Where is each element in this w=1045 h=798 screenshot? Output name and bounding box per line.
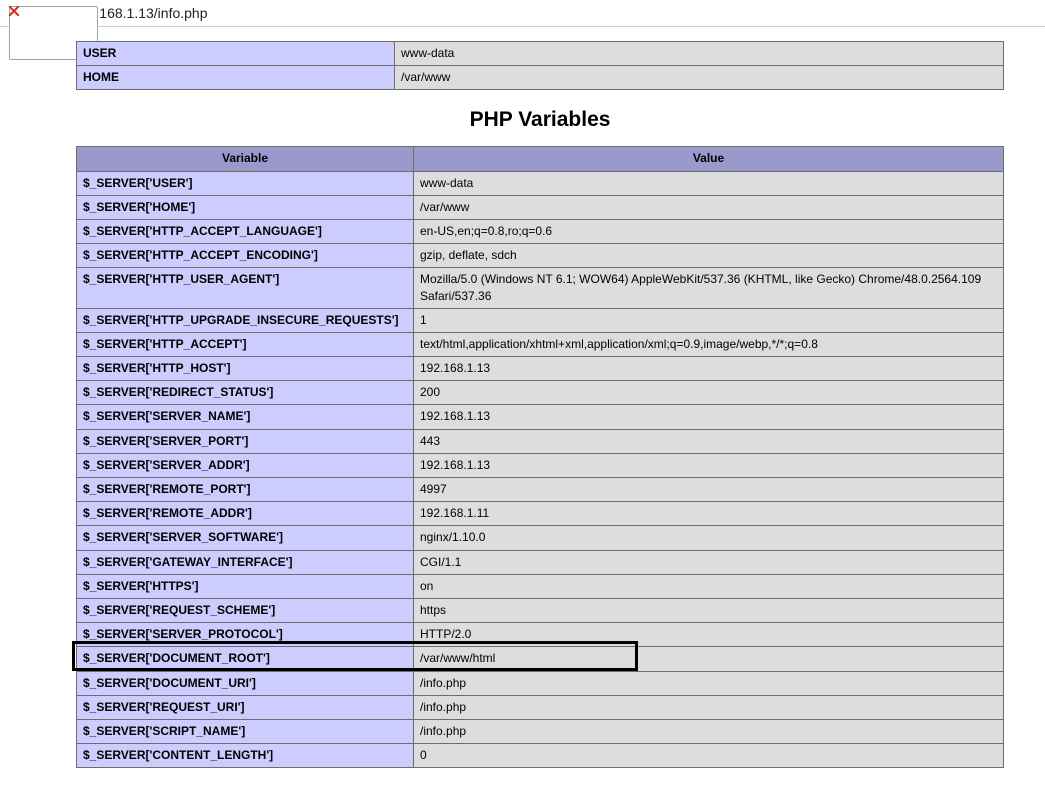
var-key: $_SERVER['SERVER_PORT'] bbox=[77, 429, 414, 453]
var-value: /var/www/html bbox=[414, 647, 1004, 671]
var-key: $_SERVER['REMOTE_ADDR'] bbox=[77, 502, 414, 526]
table-row: USERwww-data bbox=[77, 42, 1004, 66]
env-key: HOME bbox=[77, 66, 395, 90]
var-key: $_SERVER['HTTP_ACCEPT_LANGUAGE'] bbox=[77, 219, 414, 243]
table-row: $_SERVER['GATEWAY_INTERFACE']CGI/1.1 bbox=[77, 550, 1004, 574]
var-key: $_SERVER['DOCUMENT_URI'] bbox=[77, 671, 414, 695]
table-row: $_SERVER['HTTP_ACCEPT_ENCODING']gzip, de… bbox=[77, 244, 1004, 268]
var-value: 0 bbox=[414, 744, 1004, 768]
var-value: en-US,en;q=0.8,ro;q=0.6 bbox=[414, 219, 1004, 243]
table-row: $_SERVER['HTTP_HOST']192.168.1.13 bbox=[77, 357, 1004, 381]
table-row: $_SERVER['HTTP_ACCEPT']text/html,applica… bbox=[77, 332, 1004, 356]
var-key: $_SERVER['CONTENT_LENGTH'] bbox=[77, 744, 414, 768]
table-row: HOME/var/www bbox=[77, 66, 1004, 90]
php-variables-table: Variable Value $_SERVER['USER']www-data$… bbox=[76, 146, 1004, 768]
var-value: https bbox=[414, 598, 1004, 622]
var-key: $_SERVER['REQUEST_URI'] bbox=[77, 695, 414, 719]
col-header-variable: Variable bbox=[77, 147, 414, 171]
var-value: text/html,application/xhtml+xml,applicat… bbox=[414, 332, 1004, 356]
table-row: $_SERVER['SERVER_SOFTWARE']nginx/1.10.0 bbox=[77, 526, 1004, 550]
var-value: nginx/1.10.0 bbox=[414, 526, 1004, 550]
var-key: $_SERVER['SERVER_NAME'] bbox=[77, 405, 414, 429]
var-value: 1 bbox=[414, 308, 1004, 332]
var-key: $_SERVER['HTTP_USER_AGENT'] bbox=[77, 268, 414, 308]
insecure-cert-icon bbox=[8, 5, 24, 21]
table-row: $_SERVER['HTTP_ACCEPT_LANGUAGE']en-US,en… bbox=[77, 219, 1004, 243]
table-row: $_SERVER['REMOTE_ADDR']192.168.1.11 bbox=[77, 502, 1004, 526]
var-key: $_SERVER['DOCUMENT_ROOT'] bbox=[77, 647, 414, 671]
table-row: $_SERVER['REMOTE_PORT']4997 bbox=[77, 478, 1004, 502]
var-value: HTTP/2.0 bbox=[414, 623, 1004, 647]
var-key: $_SERVER['HTTPS'] bbox=[77, 574, 414, 598]
table-row: $_SERVER['REQUEST_URI']/info.php bbox=[77, 695, 1004, 719]
var-key: $_SERVER['REQUEST_SCHEME'] bbox=[77, 598, 414, 622]
var-value: /var/www bbox=[414, 195, 1004, 219]
table-row: $_SERVER['USER']www-data bbox=[77, 171, 1004, 195]
section-heading: PHP Variables bbox=[76, 108, 1004, 132]
table-row: $_SERVER['SERVER_PROTOCOL']HTTP/2.0 bbox=[77, 623, 1004, 647]
var-key: $_SERVER['SERVER_ADDR'] bbox=[77, 453, 414, 477]
table-row: $_SERVER['DOCUMENT_URI']/info.php bbox=[77, 671, 1004, 695]
var-value: 192.168.1.11 bbox=[414, 502, 1004, 526]
env-value: /var/www bbox=[395, 66, 1004, 90]
var-value: www-data bbox=[414, 171, 1004, 195]
var-key: $_SERVER['SCRIPT_NAME'] bbox=[77, 719, 414, 743]
var-value: /info.php bbox=[414, 719, 1004, 743]
var-key: $_SERVER['USER'] bbox=[77, 171, 414, 195]
var-key: $_SERVER['HTTP_ACCEPT'] bbox=[77, 332, 414, 356]
col-header-value: Value bbox=[414, 147, 1004, 171]
var-key: $_SERVER['HTTP_UPGRADE_INSECURE_REQUESTS… bbox=[77, 308, 414, 332]
table-row: $_SERVER['HTTP_UPGRADE_INSECURE_REQUESTS… bbox=[77, 308, 1004, 332]
browser-address-bar[interactable]: https://192.168.1.13/info.php bbox=[0, 0, 1045, 27]
var-value: on bbox=[414, 574, 1004, 598]
url-path: /info.php bbox=[154, 5, 208, 21]
var-key: $_SERVER['REMOTE_PORT'] bbox=[77, 478, 414, 502]
table-header-row: Variable Value bbox=[77, 147, 1004, 171]
table-row: $_SERVER['REDIRECT_STATUS']200 bbox=[77, 381, 1004, 405]
var-value: 192.168.1.13 bbox=[414, 357, 1004, 381]
var-key: $_SERVER['GATEWAY_INTERFACE'] bbox=[77, 550, 414, 574]
table-row: $_SERVER['SERVER_NAME']192.168.1.13 bbox=[77, 405, 1004, 429]
env-key: USER bbox=[77, 42, 395, 66]
var-key: $_SERVER['REDIRECT_STATUS'] bbox=[77, 381, 414, 405]
var-key: $_SERVER['HTTP_ACCEPT_ENCODING'] bbox=[77, 244, 414, 268]
env-value: www-data bbox=[395, 42, 1004, 66]
table-row: $_SERVER['HTTP_USER_AGENT']Mozilla/5.0 (… bbox=[77, 268, 1004, 308]
var-key: $_SERVER['HOME'] bbox=[77, 195, 414, 219]
var-value: 443 bbox=[414, 429, 1004, 453]
var-value: /info.php bbox=[414, 695, 1004, 719]
var-key: $_SERVER['SERVER_PROTOCOL'] bbox=[77, 623, 414, 647]
phpinfo-page: USERwww-dataHOME/var/www PHP Variables V… bbox=[0, 27, 1006, 798]
table-row: $_SERVER['HTTPS']on bbox=[77, 574, 1004, 598]
table-row: $_SERVER['SCRIPT_NAME']/info.php bbox=[77, 719, 1004, 743]
var-value: 192.168.1.13 bbox=[414, 405, 1004, 429]
table-row: $_SERVER['HOME']/var/www bbox=[77, 195, 1004, 219]
environment-table: USERwww-dataHOME/var/www bbox=[76, 41, 1004, 90]
var-key: $_SERVER['SERVER_SOFTWARE'] bbox=[77, 526, 414, 550]
var-value: gzip, deflate, sdch bbox=[414, 244, 1004, 268]
var-value: 4997 bbox=[414, 478, 1004, 502]
var-value: Mozilla/5.0 (Windows NT 6.1; WOW64) Appl… bbox=[414, 268, 1004, 308]
table-row: $_SERVER['DOCUMENT_ROOT']/var/www/html bbox=[77, 647, 1004, 671]
var-value: 192.168.1.13 bbox=[414, 453, 1004, 477]
table-row: $_SERVER['SERVER_ADDR']192.168.1.13 bbox=[77, 453, 1004, 477]
var-value: CGI/1.1 bbox=[414, 550, 1004, 574]
var-value: 200 bbox=[414, 381, 1004, 405]
var-key: $_SERVER['HTTP_HOST'] bbox=[77, 357, 414, 381]
table-row: $_SERVER['REQUEST_SCHEME']https bbox=[77, 598, 1004, 622]
var-value: /info.php bbox=[414, 671, 1004, 695]
table-row: $_SERVER['CONTENT_LENGTH']0 bbox=[77, 744, 1004, 768]
table-row: $_SERVER['SERVER_PORT']443 bbox=[77, 429, 1004, 453]
